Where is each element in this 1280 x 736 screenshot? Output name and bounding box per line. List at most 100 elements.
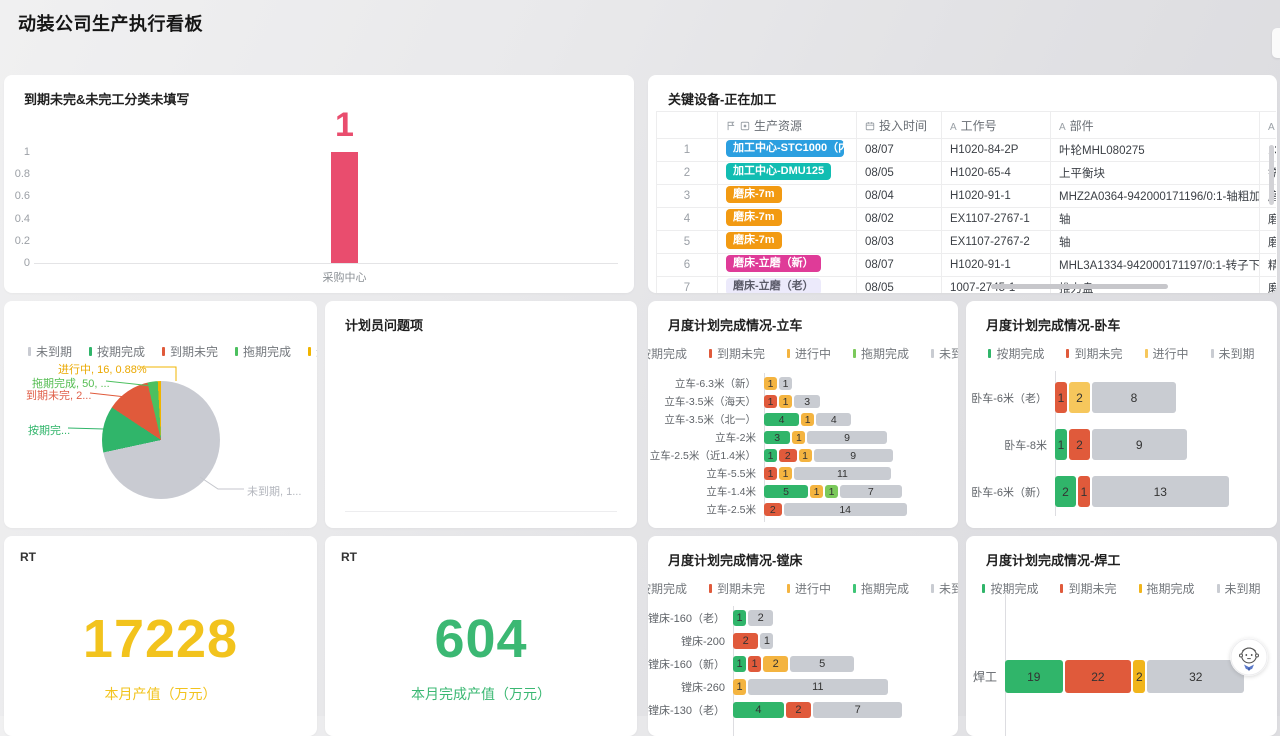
table-row[interactable]: 4磨床-7m08/02EX1107-2767-1轴磨	[657, 208, 1277, 231]
category-label: 镗床-160（老）	[648, 610, 733, 626]
cell-job-number: EX1107-2767-1	[942, 208, 1051, 231]
cell-row-index: 5	[657, 231, 718, 254]
cell-production-resource: 磨床-立磨（新）	[718, 254, 857, 277]
column-header-production-resource[interactable]: 生产资源	[718, 112, 857, 139]
resource-tag: 磨床-立磨（新）	[726, 255, 821, 273]
segment-not-due[interactable]: 3	[794, 395, 820, 408]
category-label: 立车-1.4米	[648, 484, 764, 499]
segment-not-due[interactable]: 9	[807, 431, 886, 444]
pie-label: 进行中, 16, 0.88%	[58, 361, 147, 377]
segment-due-incomplete[interactable]: 1	[748, 656, 761, 672]
segment-not-due[interactable]: 5	[790, 656, 854, 672]
segment-delayed-complete[interactable]: 2	[1133, 660, 1145, 693]
segment-on-schedule-complete[interactable]: 5	[764, 485, 808, 498]
segment-not-due[interactable]: 7	[840, 485, 902, 498]
bar-value-label: 1	[301, 106, 388, 145]
kpi-value: 17228	[4, 608, 317, 670]
panel-planner-issues: 计划员问题项	[325, 301, 637, 528]
segment-due-incomplete[interactable]: 2	[764, 503, 782, 516]
vertical-scrollbar[interactable]	[1269, 145, 1274, 205]
segment-due-incomplete[interactable]: 2	[1069, 429, 1090, 460]
column-header-start-date[interactable]: 投入时间	[857, 112, 942, 139]
category-label: 卧车-6米（老）	[966, 390, 1055, 406]
segment-due-incomplete[interactable]: 2	[779, 449, 797, 462]
column-header-row-index[interactable]	[657, 112, 718, 139]
cell-job-number: EX1107-2767-2	[942, 231, 1051, 254]
bar-row: 镗床-20021	[648, 633, 948, 649]
bar-row: 立车-2.5米214	[648, 503, 948, 516]
column-header-component[interactable]: A部件	[1051, 112, 1260, 139]
sidebar-collapse-handle[interactable]	[1272, 28, 1280, 58]
segment-delayed-complete[interactable]: 1	[825, 485, 838, 498]
panel-monthly-lathe-horizontal: 月度计划完成情况-卧车 按期完成到期未完进行中未到期 卧车-6米（老）128卧车…	[966, 301, 1277, 528]
segment-due-incomplete[interactable]: 1	[1078, 476, 1090, 507]
segment-not-due[interactable]: 4	[816, 413, 851, 426]
cell-task-name: 磨	[1260, 277, 1277, 294]
segment-due-incomplete[interactable]: 1	[1055, 382, 1067, 413]
panel-overdue-bar: 到期未完&未完工分类未填写 10.80.60.40.20 1 采购中心	[4, 75, 634, 293]
table-row[interactable]: 7磨床-立磨（老）08/051007-2745-1推力盘磨	[657, 277, 1277, 294]
text-type-icon: A	[950, 122, 957, 133]
segment-on-schedule-complete[interactable]: 2	[1055, 476, 1076, 507]
segment-not-due[interactable]: 9	[1092, 429, 1187, 460]
segment-not-due[interactable]: 2	[748, 610, 773, 626]
assistant-mascot-button[interactable]	[1230, 638, 1268, 676]
segment-not-due[interactable]: 13	[1092, 476, 1229, 507]
segment-in-progress[interactable]: 2	[1069, 382, 1090, 413]
segment-not-due[interactable]: 11	[794, 467, 891, 480]
cell-start-date: 08/05	[857, 162, 942, 185]
segment-on-schedule-complete[interactable]: 4	[764, 413, 799, 426]
pie-label: 未到期, 1...	[247, 483, 301, 499]
segment-not-due[interactable]: 1	[760, 633, 773, 649]
cell-row-index: 6	[657, 254, 718, 277]
table-row[interactable]: 2加工中心-DMU12508/05H1020-65-4上平衡块铣	[657, 162, 1277, 185]
segment-not-due[interactable]: 14	[784, 503, 907, 516]
stacked-bar-chart: 立车-6.3米（新）11立车-3.5米（海天）113立车-3.5米（北一）414…	[648, 301, 958, 528]
table-row[interactable]: 6磨床-立磨（新）08/07H1020-91-1MHL3A1334-942000…	[657, 254, 1277, 277]
bar-track: 2113	[1055, 476, 1267, 507]
horizontal-scrollbar[interactable]	[991, 284, 1168, 289]
segment-in-progress[interactable]: 1	[801, 413, 814, 426]
segment-not-due[interactable]: 11	[748, 679, 888, 695]
table-row[interactable]: 1加工中心-STC1000（内）08/07H1020-84-2P叶轮MHL080…	[657, 139, 1277, 162]
pie-label: 拖期完成, 50, ...	[32, 375, 110, 391]
segment-on-schedule-complete[interactable]: 3	[764, 431, 790, 444]
segment-in-progress[interactable]: 1	[779, 395, 792, 408]
segment-in-progress[interactable]: 1	[764, 377, 777, 390]
segment-not-due[interactable]: 9	[814, 449, 893, 462]
column-header-job-number[interactable]: A工作号	[942, 112, 1051, 139]
segment-not-due[interactable]: 8	[1092, 382, 1176, 413]
segment-on-schedule-complete[interactable]: 1	[733, 656, 746, 672]
segment-in-progress[interactable]: 1	[799, 449, 812, 462]
cell-job-number: H1020-84-2P	[942, 139, 1051, 162]
panel-rt-completed-value: RT 604 本月完成产值（万元）	[325, 536, 637, 736]
segment-not-due[interactable]: 1	[779, 377, 792, 390]
segment-due-incomplete[interactable]: 2	[733, 633, 758, 649]
bar[interactable]	[331, 152, 358, 263]
segment-on-schedule-complete[interactable]: 19	[1005, 660, 1063, 693]
category-label: 镗床-200	[648, 633, 733, 649]
bar-row: 立车-3.5米（北一）414	[648, 413, 948, 426]
segment-in-progress[interactable]: 1	[779, 467, 792, 480]
panel-monthly-welder: 月度计划完成情况-焊工 按期完成到期未完拖期完成未到期 焊工1922232	[966, 536, 1277, 736]
y-tick-label: 0.8	[15, 168, 30, 180]
column-header-task-name[interactable]: A任务名称	[1260, 112, 1277, 139]
select-icon	[740, 121, 750, 131]
category-label: 卧车-6米（新）	[966, 484, 1055, 500]
bar-row: 镗床-160（老）12	[648, 610, 948, 626]
segment-in-progress[interactable]: 1	[733, 679, 746, 695]
segment-on-schedule-complete[interactable]: 1	[1055, 429, 1067, 460]
segment-due-incomplete[interactable]: 1	[764, 467, 777, 480]
segment-in-progress[interactable]: 2	[763, 656, 788, 672]
segment-due-incomplete[interactable]: 22	[1065, 660, 1132, 693]
table-row[interactable]: 5磨床-7m08/03EX1107-2767-2轴磨	[657, 231, 1277, 254]
segment-on-schedule-complete[interactable]: 1	[764, 449, 777, 462]
bar-track: 214	[764, 503, 948, 516]
dashboard: 动装公司生产执行看板 到期未完&未完工分类未填写 10.80.60.40.20 …	[0, 0, 1280, 716]
table-row[interactable]: 3磨床-7m08/04H1020-91-1MHZ2A0364-942000171…	[657, 185, 1277, 208]
segment-due-incomplete[interactable]: 1	[764, 395, 777, 408]
segment-in-progress[interactable]: 1	[792, 431, 805, 444]
cell-component: 轴	[1051, 208, 1260, 231]
segment-in-progress[interactable]: 1	[810, 485, 823, 498]
segment-on-schedule-complete[interactable]: 1	[733, 610, 746, 626]
